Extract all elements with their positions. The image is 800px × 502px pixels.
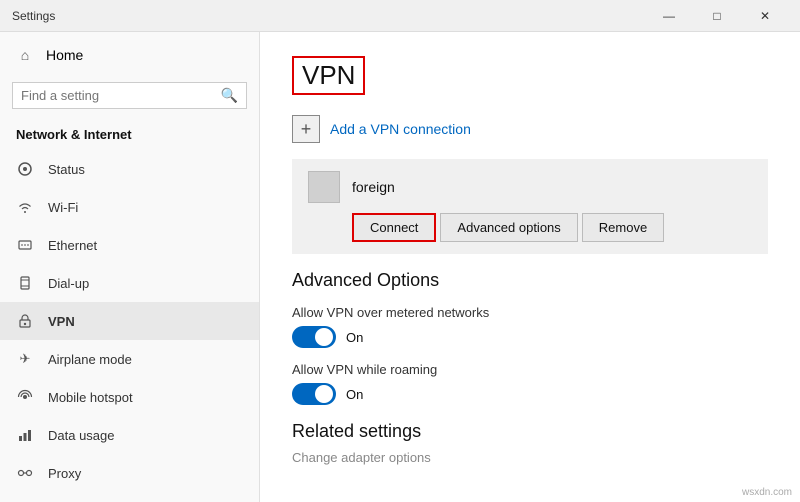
minimize-button[interactable]: — xyxy=(646,0,692,32)
toggle-label-roaming: Allow VPN while roaming xyxy=(292,362,768,377)
proxy-icon xyxy=(16,464,34,482)
sidebar-label-datausage: Data usage xyxy=(48,428,115,443)
watermark: wsxdn.com xyxy=(742,487,792,498)
home-label: Home xyxy=(46,47,83,63)
content-area: VPN + Add a VPN connection foreign Conne… xyxy=(260,32,800,502)
toggle-row-metered: Allow VPN over metered networks On xyxy=(292,305,768,348)
ethernet-icon xyxy=(16,236,34,254)
toggle-metered-value: On xyxy=(346,330,363,345)
toggle-label-metered: Allow VPN over metered networks xyxy=(292,305,768,320)
toggle-row-roaming: Allow VPN while roaming On xyxy=(292,362,768,405)
add-icon: + xyxy=(292,115,320,143)
sidebar-item-dialup[interactable]: Dial-up xyxy=(0,264,259,302)
maximize-button[interactable]: □ xyxy=(694,0,740,32)
toggle-thumb-roaming xyxy=(315,385,333,403)
vpn-actions: Connect Advanced options Remove xyxy=(352,213,752,242)
remove-button[interactable]: Remove xyxy=(582,213,664,242)
search-input[interactable] xyxy=(21,88,221,103)
toggle-roaming[interactable] xyxy=(292,383,336,405)
toggle-thumb xyxy=(315,328,333,346)
title-bar: Settings — □ ✕ xyxy=(0,0,800,32)
advanced-options-button[interactable]: Advanced options xyxy=(440,213,577,242)
add-vpn-button[interactable]: + Add a VPN connection xyxy=(292,115,768,143)
toggle-metered-control: On xyxy=(292,326,768,348)
sidebar-label-ethernet: Ethernet xyxy=(48,238,97,253)
search-box[interactable]: 🔍 xyxy=(12,82,247,109)
vpn-name: foreign xyxy=(352,179,395,195)
sidebar-item-status[interactable]: Status xyxy=(0,150,259,188)
sidebar-item-datausage[interactable]: Data usage xyxy=(0,416,259,454)
change-adapter-link[interactable]: Change adapter options xyxy=(292,450,768,465)
toggle-roaming-control: On xyxy=(292,383,768,405)
connect-button[interactable]: Connect xyxy=(352,213,436,242)
sidebar-item-ethernet[interactable]: Ethernet xyxy=(0,226,259,264)
sidebar-item-wifi[interactable]: Wi-Fi xyxy=(0,188,259,226)
app-body: ⌂ Home 🔍 Network & Internet Status Wi-Fi xyxy=(0,32,800,502)
vpn-card: foreign Connect Advanced options Remove xyxy=(292,159,768,254)
window-controls: — □ ✕ xyxy=(646,0,788,32)
sidebar-item-hotspot[interactable]: Mobile hotspot xyxy=(0,378,259,416)
status-icon xyxy=(16,160,34,178)
sidebar-section-title: Network & Internet xyxy=(0,119,259,150)
airplane-icon: ✈ xyxy=(16,350,34,368)
settings-window: Settings — □ ✕ ⌂ Home 🔍 Network & Intern… xyxy=(0,0,800,502)
wifi-icon xyxy=(16,198,34,216)
related-settings-title: Related settings xyxy=(292,421,768,442)
window-title: Settings xyxy=(12,9,646,23)
sidebar-label-wifi: Wi-Fi xyxy=(48,200,78,215)
vpn-entry-icon xyxy=(308,171,340,203)
datausage-icon xyxy=(16,426,34,444)
add-vpn-label: Add a VPN connection xyxy=(330,121,471,137)
page-title: VPN xyxy=(302,60,355,91)
dialup-icon xyxy=(16,274,34,292)
toggle-roaming-value: On xyxy=(346,387,363,402)
sidebar-label-airplane: Airplane mode xyxy=(48,352,132,367)
sidebar: ⌂ Home 🔍 Network & Internet Status Wi-Fi xyxy=(0,32,260,502)
sidebar-label-proxy: Proxy xyxy=(48,466,81,481)
home-icon: ⌂ xyxy=(16,46,34,64)
hotspot-icon xyxy=(16,388,34,406)
sidebar-item-proxy[interactable]: Proxy xyxy=(0,454,259,492)
sidebar-label-vpn: VPN xyxy=(48,314,75,329)
advanced-options-title: Advanced Options xyxy=(292,270,768,291)
sidebar-item-vpn[interactable]: VPN xyxy=(0,302,259,340)
sidebar-label-dialup: Dial-up xyxy=(48,276,89,291)
sidebar-item-home[interactable]: ⌂ Home xyxy=(0,32,259,78)
page-title-box: VPN xyxy=(292,56,365,95)
sidebar-item-airplane[interactable]: ✈ Airplane mode xyxy=(0,340,259,378)
vpn-icon xyxy=(16,312,34,330)
vpn-card-header: foreign xyxy=(308,171,752,203)
sidebar-label-status: Status xyxy=(48,162,85,177)
close-button[interactable]: ✕ xyxy=(742,0,788,32)
sidebar-label-hotspot: Mobile hotspot xyxy=(48,390,133,405)
search-icon: 🔍 xyxy=(221,87,238,104)
toggle-metered[interactable] xyxy=(292,326,336,348)
